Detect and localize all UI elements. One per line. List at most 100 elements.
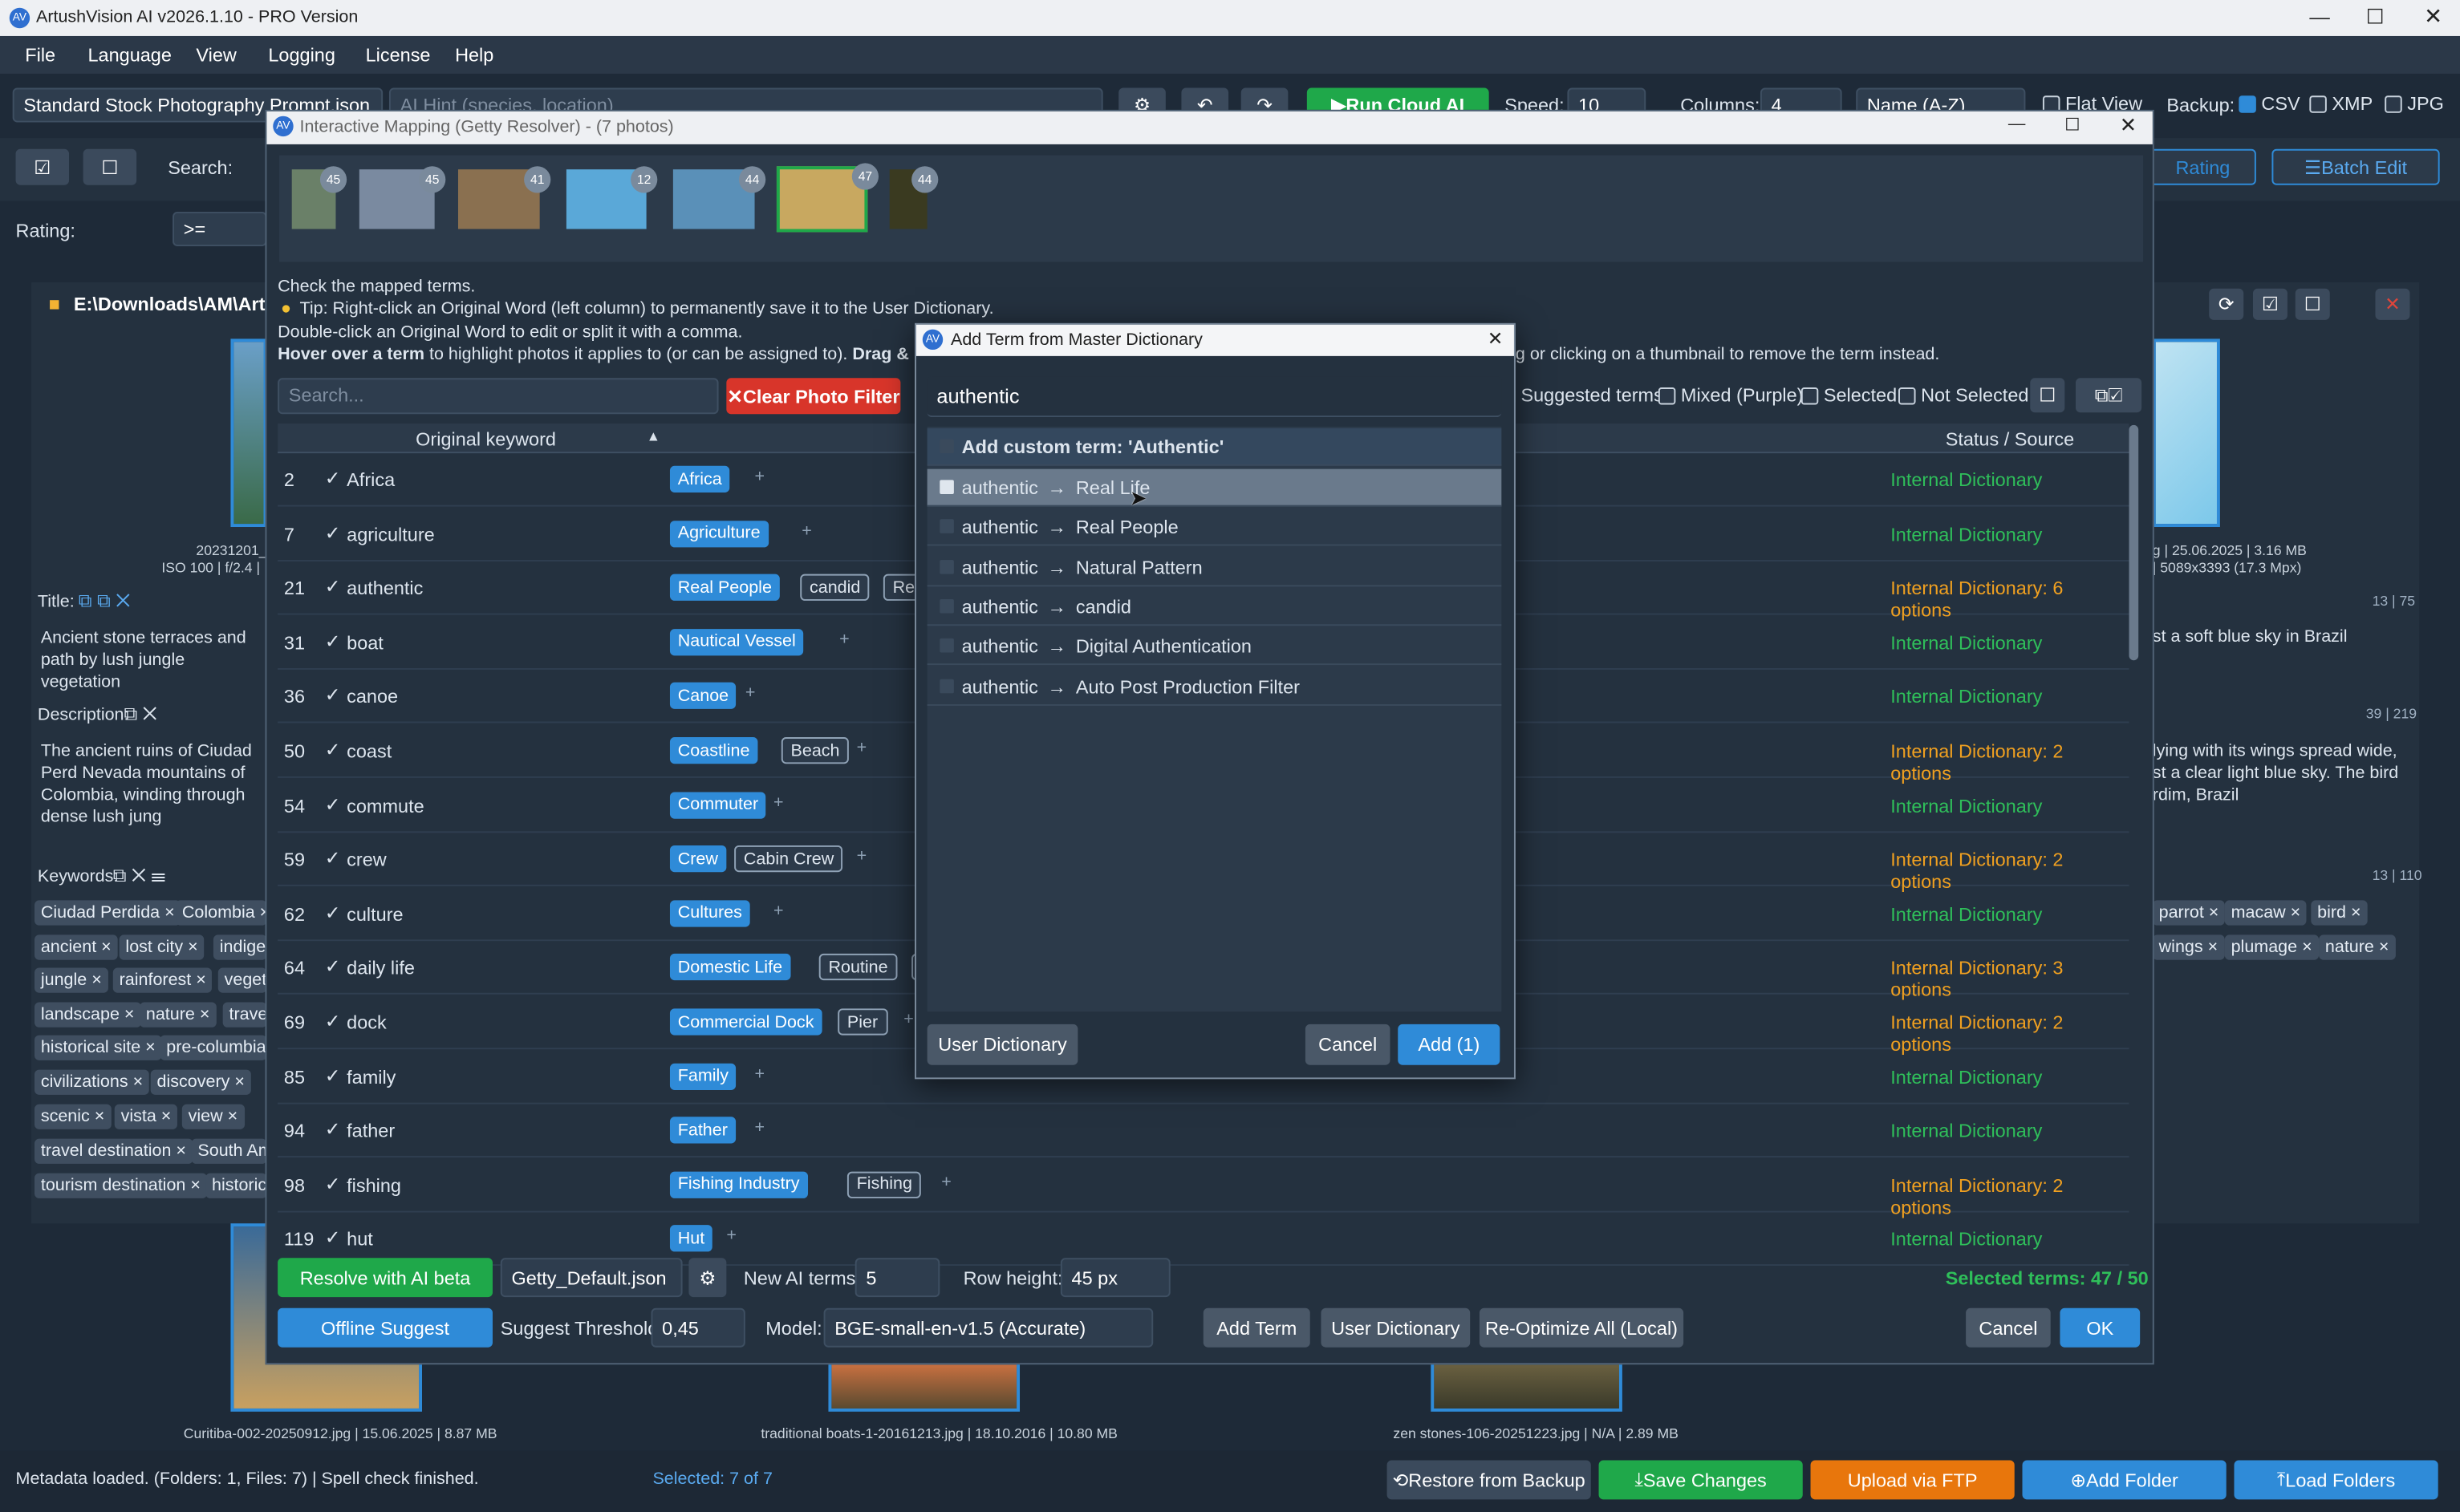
add-term-icon[interactable]: + xyxy=(755,468,765,486)
original-keyword[interactable]: Africa xyxy=(347,469,395,491)
mapped-term-tag[interactable]: Family xyxy=(669,1062,737,1090)
keyword-tag[interactable]: civilizations × xyxy=(35,1069,149,1095)
row-check-icon[interactable]: ✓ xyxy=(325,739,341,760)
select-all-button[interactable]: ☑ xyxy=(15,148,70,185)
option-checkbox[interactable] xyxy=(940,638,954,653)
keyword-tag[interactable]: Ciudad Perdida × xyxy=(35,900,181,926)
dictionary-option[interactable]: authentic → Auto Post Production Filter xyxy=(927,667,1502,705)
original-keyword[interactable]: hut xyxy=(347,1229,373,1251)
left-photo-thumb[interactable] xyxy=(230,338,267,528)
profile-settings-button[interactable]: ⚙ xyxy=(688,1258,727,1298)
dictionary-option[interactable]: authentic → Natural Pattern xyxy=(927,549,1502,586)
add-term-icon[interactable]: + xyxy=(857,847,867,865)
keyword-tag[interactable]: scenic × xyxy=(35,1104,112,1129)
load-folders-button[interactable]: ⤒ Load Folders xyxy=(2234,1460,2438,1500)
model-select[interactable]: BGE-small-en-v1.5 (Accurate) xyxy=(823,1307,1154,1348)
right-photo-thumb[interactable] xyxy=(2152,338,2220,528)
keyword-tag[interactable]: nature × xyxy=(2319,934,2396,960)
copy-check-button[interactable]: ⧉☑ xyxy=(2075,378,2142,413)
row-check-icon[interactable]: ✓ xyxy=(325,1227,341,1249)
option-checkbox[interactable] xyxy=(940,598,954,614)
dictionary-option[interactable]: authentic → candid xyxy=(927,588,1502,626)
add-term-icon[interactable]: + xyxy=(745,684,756,703)
add-term-icon[interactable]: + xyxy=(726,1227,737,1246)
bottom-thumb-3[interactable] xyxy=(1431,1361,1622,1412)
original-keyword[interactable]: daily life xyxy=(347,958,415,979)
keyword-tag[interactable]: nature × xyxy=(140,1002,217,1028)
dialog-search-input[interactable]: authentic xyxy=(927,376,1502,418)
dialog-cancel-button[interactable]: Cancel xyxy=(1305,1024,1390,1065)
mapped-term-tag[interactable]: Pier xyxy=(838,1008,887,1036)
title-text[interactable]: Ancient stone terraces and path by lush … xyxy=(41,627,267,693)
bottom-thumb-2[interactable] xyxy=(828,1361,1021,1412)
keyword-tag[interactable]: view × xyxy=(181,1104,245,1129)
menu-language[interactable]: Language xyxy=(88,44,172,66)
description-text[interactable]: The ancient ruins of Ciudad Perd Nevada … xyxy=(41,740,267,829)
keyword-tag[interactable]: indige × xyxy=(213,934,267,960)
keyword-tag[interactable]: plumage × xyxy=(2224,934,2319,960)
keyword-tag[interactable]: landscape × xyxy=(35,1002,141,1028)
dictionary-option[interactable]: authentic → Real People xyxy=(927,509,1502,547)
not-selected-checkbox[interactable]: Not Selected xyxy=(1898,384,2028,406)
menu-license[interactable]: License xyxy=(366,44,431,66)
mapped-term-tag[interactable]: Fishing xyxy=(846,1171,922,1198)
mapping-maximize-icon[interactable]: ☐ xyxy=(2064,115,2080,135)
dialog-add-button[interactable]: Add (1) xyxy=(1398,1024,1500,1065)
row-check-icon[interactable]: ✓ xyxy=(325,847,341,869)
original-keyword[interactable]: crew xyxy=(347,849,387,870)
option-checkbox[interactable] xyxy=(940,480,954,494)
row-check-icon[interactable]: ✓ xyxy=(325,630,341,652)
user-dictionary-button[interactable]: User Dictionary xyxy=(1321,1307,1471,1348)
maximize-icon[interactable]: ☐ xyxy=(2366,5,2385,30)
keyword-tag[interactable]: travel destination × xyxy=(35,1138,193,1164)
row-check-icon[interactable]: ✓ xyxy=(325,902,341,923)
add-term-icon[interactable]: + xyxy=(773,793,784,812)
keyword-tag[interactable]: wings × xyxy=(2152,934,2224,960)
dialog-user-dictionary-button[interactable]: User Dictionary xyxy=(927,1024,1078,1065)
mapped-term-tag[interactable]: Africa xyxy=(669,465,730,493)
row-check-icon[interactable]: ✓ xyxy=(325,576,341,598)
row-check-icon[interactable]: ✓ xyxy=(325,1119,341,1141)
keywords-tools-icon[interactable]: ⧉ ✕ ☰ xyxy=(113,864,165,887)
table-scrollbar[interactable] xyxy=(2129,424,2139,661)
original-keyword[interactable]: coast xyxy=(347,740,392,762)
keyword-tag[interactable]: veget × xyxy=(217,967,267,993)
mapped-term-tag[interactable]: Real People xyxy=(669,574,780,602)
keyword-tag[interactable]: bird × xyxy=(2311,900,2368,926)
add-term-icon[interactable]: + xyxy=(755,1064,765,1083)
original-keyword[interactable]: culture xyxy=(347,903,403,925)
keyword-tag[interactable]: discovery × xyxy=(150,1069,251,1095)
add-term-icon[interactable]: + xyxy=(903,1010,914,1028)
original-keyword[interactable]: family xyxy=(347,1066,396,1088)
add-term-icon[interactable]: + xyxy=(839,630,850,649)
reoptimize-button[interactable]: Re-Optimize All (Local) xyxy=(1479,1307,1684,1348)
mapping-minimize-icon[interactable]: — xyxy=(2008,115,2026,133)
mapped-term-tag[interactable]: Cultures xyxy=(669,900,750,927)
clear-photo-filter-button[interactable]: ✕ Clear Photo Filter xyxy=(726,378,901,415)
keyword-tag[interactable]: ancient × xyxy=(35,934,118,960)
option-checkbox[interactable] xyxy=(940,519,954,534)
mapped-term-tag[interactable]: Beach xyxy=(781,737,850,764)
mapped-term-tag[interactable]: Domestic Life xyxy=(669,954,790,981)
keyword-tag[interactable]: pre-columbia × xyxy=(160,1035,267,1060)
row-check-icon[interactable]: ✓ xyxy=(325,1010,341,1032)
menu-file[interactable]: File xyxy=(25,44,55,66)
row-check-icon[interactable]: ✓ xyxy=(325,521,341,543)
custom-term-option[interactable]: Add custom term: 'Authentic' xyxy=(927,428,1502,466)
resolve-ai-button[interactable]: Resolve with AI beta xyxy=(278,1258,493,1298)
original-keyword[interactable]: authentic xyxy=(347,578,423,599)
add-term-icon[interactable]: + xyxy=(857,739,867,757)
suggested-terms-checkbox[interactable]: Suggested terms xyxy=(1509,384,1663,406)
mapped-term-tag[interactable]: Father xyxy=(669,1117,736,1144)
col-status-source[interactable]: Status / Source xyxy=(1946,428,2074,450)
copy-title-icon[interactable]: ⧉ ⧉ ✕ xyxy=(79,590,130,613)
batch-edit-button[interactable]: ☰ Batch Edit xyxy=(2271,148,2440,185)
upload-ftp-button[interactable]: Upload via FTP xyxy=(1810,1460,2015,1500)
xmp-checkbox[interactable]: XMP xyxy=(2309,92,2373,115)
original-keyword[interactable]: father xyxy=(347,1121,395,1142)
dictionary-option[interactable]: authentic → Real Life xyxy=(927,468,1502,507)
add-term-icon[interactable]: + xyxy=(941,1173,952,1191)
row-check-icon[interactable]: ✓ xyxy=(325,1173,341,1194)
mapped-term-tag[interactable]: Canoe xyxy=(669,683,737,710)
original-keyword[interactable]: boat xyxy=(347,632,384,654)
